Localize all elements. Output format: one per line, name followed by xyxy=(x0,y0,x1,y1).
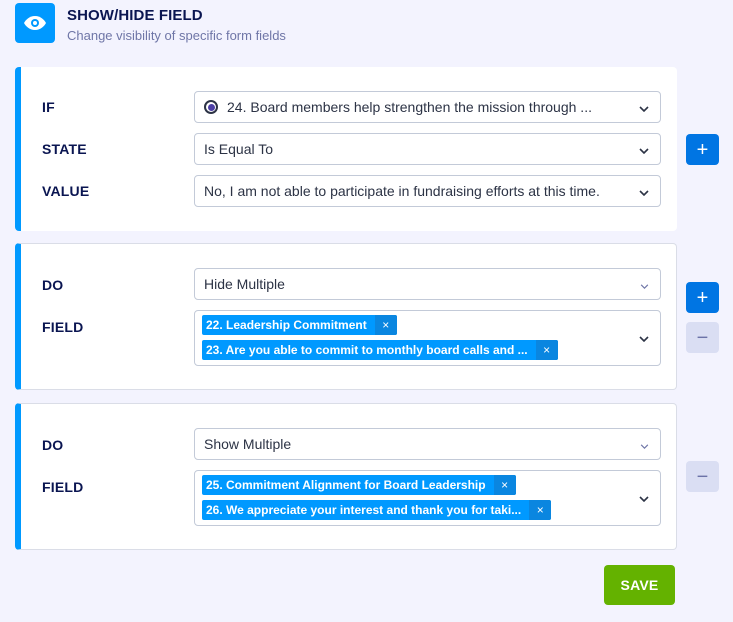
field-multiselect[interactable]: 25. Commitment Alignment for Board Leade… xyxy=(194,470,661,526)
panel-subtitle: Change visibility of specific form field… xyxy=(67,28,286,43)
chevron-down-icon xyxy=(639,141,649,157)
do-value: Show Multiple xyxy=(204,436,292,452)
field-tag: 26. We appreciate your interest and than… xyxy=(202,500,552,520)
do-value: Hide Multiple xyxy=(204,276,285,292)
add-action-button[interactable]: + xyxy=(686,282,719,313)
do-label: DO xyxy=(42,437,64,453)
chevron-down-icon xyxy=(639,329,649,347)
do-select[interactable]: Show Multiple xyxy=(194,428,661,460)
field-multiselect[interactable]: 22. Leadership Commitment × 23. Are you … xyxy=(194,310,661,366)
state-label: STATE xyxy=(42,141,87,157)
do-select[interactable]: Hide Multiple xyxy=(194,268,661,300)
field-tag-label: 23. Are you able to commit to monthly bo… xyxy=(206,343,528,357)
field-label: FIELD xyxy=(42,319,84,335)
action-card-2: DO Show Multiple FIELD 25. Commitment Al… xyxy=(15,403,677,550)
do-label: DO xyxy=(42,277,64,293)
value-select[interactable]: No, I am not able to participate in fund… xyxy=(194,175,661,207)
panel-header: SHOW/HIDE FIELD Change visibility of spe… xyxy=(15,3,286,43)
if-label: IF xyxy=(42,99,55,115)
field-tag-label: 22. Leadership Commitment xyxy=(206,318,367,332)
chevron-down-icon xyxy=(639,183,649,199)
field-tag: 25. Commitment Alignment for Board Leade… xyxy=(202,475,516,495)
if-field-value: 24. Board members help strengthen the mi… xyxy=(227,99,592,115)
if-field-select[interactable]: 24. Board members help strengthen the mi… xyxy=(194,91,661,123)
field-tag: 23. Are you able to commit to monthly bo… xyxy=(202,340,558,360)
close-icon[interactable]: × xyxy=(493,475,516,495)
close-icon[interactable]: × xyxy=(535,340,558,360)
close-icon[interactable]: × xyxy=(529,500,552,520)
field-tag-label: 25. Commitment Alignment for Board Leade… xyxy=(206,478,486,492)
add-condition-button[interactable]: + xyxy=(686,134,719,165)
panel-title: SHOW/HIDE FIELD xyxy=(67,7,203,24)
chevron-down-icon xyxy=(640,436,649,452)
field-tag: 22. Leadership Commitment × xyxy=(202,315,397,335)
value-label: VALUE xyxy=(42,183,90,199)
remove-action-button[interactable]: − xyxy=(686,461,719,492)
chevron-down-icon xyxy=(639,489,649,507)
state-select[interactable]: Is Equal To xyxy=(194,133,661,165)
radio-icon xyxy=(204,100,218,114)
action-card-1: DO Hide Multiple FIELD 22. Leadership Co… xyxy=(15,243,677,390)
chevron-down-icon xyxy=(640,276,649,292)
state-value: Is Equal To xyxy=(204,141,274,157)
field-label: FIELD xyxy=(42,479,84,495)
chevron-down-icon xyxy=(639,99,649,115)
remove-action-button[interactable]: − xyxy=(686,322,719,353)
condition-card: IF 24. Board members help strengthen the… xyxy=(15,67,677,231)
close-icon[interactable]: × xyxy=(374,315,397,335)
field-tag-label: 26. We appreciate your interest and than… xyxy=(206,503,522,517)
value-value: No, I am not able to participate in fund… xyxy=(204,183,600,199)
save-button[interactable]: SAVE xyxy=(604,565,675,605)
eye-icon xyxy=(15,3,55,43)
